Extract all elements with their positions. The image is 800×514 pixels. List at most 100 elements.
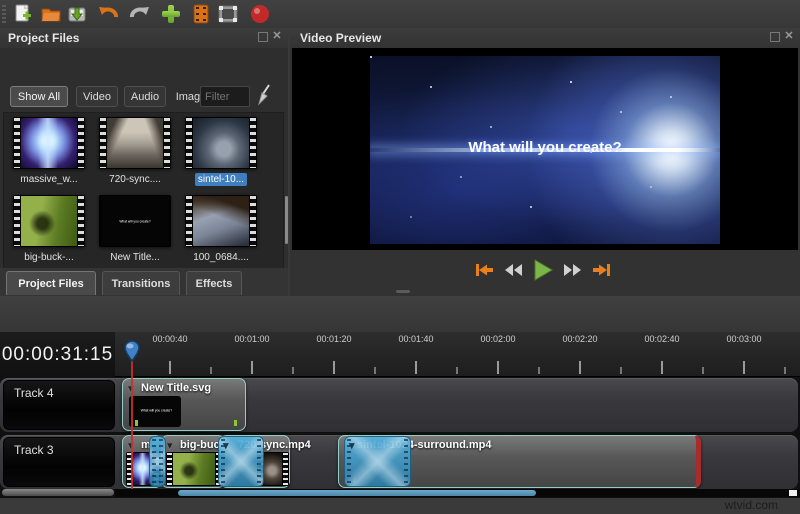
current-timecode: 00:00:31:15 <box>0 332 115 377</box>
ruler-tick-minor <box>456 367 458 374</box>
ruler-tick <box>497 361 499 374</box>
title-clip-text: What will you create? <box>140 409 173 414</box>
ruler-tick <box>251 361 253 374</box>
track-name: Track 4 <box>14 386 54 400</box>
timeline-scrollbar-end[interactable] <box>789 490 797 496</box>
ruler-tick <box>415 361 417 374</box>
playhead-line <box>131 358 133 489</box>
filter-tab-label: Show All <box>17 90 61 103</box>
ruler-tick <box>743 361 745 374</box>
track-3-header[interactable]: Track 3 <box>3 437 115 487</box>
clip-big-buck[interactable]: ▾ big-buck- <box>161 435 230 488</box>
close-panel-icon[interactable]: ✕ <box>272 31 282 42</box>
clear-filter-button[interactable] <box>254 84 276 106</box>
record-icon <box>251 5 269 23</box>
tab-effects[interactable]: Effects <box>186 271 242 295</box>
open-project-icon <box>41 8 61 22</box>
file-thumbnail <box>185 117 257 169</box>
float-panel-icon[interactable] <box>770 32 780 42</box>
save-project-button[interactable] <box>66 3 88 25</box>
import-files-button[interactable] <box>160 3 182 25</box>
timeline-ruler[interactable]: 00:00:40 00:01:00 00:01:20 00:01:40 00:0… <box>115 332 800 377</box>
tab-label: Transitions <box>111 277 171 290</box>
play-button[interactable] <box>532 259 554 281</box>
file-item[interactable]: 720-sync.... <box>96 117 174 187</box>
transport-controls <box>290 255 796 285</box>
file-item[interactable]: What will you create? New Title... <box>96 195 174 265</box>
fast-forward-button[interactable] <box>563 263 583 277</box>
timeline-scrollbar[interactable] <box>115 489 800 497</box>
clip-menu-chevron-icon[interactable]: ▾ <box>167 439 173 452</box>
title-thumb-text: What will you create? <box>119 219 151 224</box>
video-preview-panel: Video Preview ✕ What will you create? <box>290 28 800 296</box>
track-header-footer <box>2 489 114 496</box>
open-project-button[interactable] <box>40 3 62 25</box>
ruler-label: 00:01:00 <box>234 334 270 344</box>
float-panel-icon[interactable] <box>258 32 268 42</box>
splitter-handle[interactable] <box>396 290 410 293</box>
filter-tab-label: Video <box>83 90 111 103</box>
file-name: big-buck-... <box>24 252 74 263</box>
track-4-lane[interactable]: Track 4 <box>0 378 798 432</box>
rewind-button[interactable] <box>503 263 523 277</box>
bottom-bar: wtvid.com <box>0 498 800 514</box>
file-item[interactable]: big-buck-... <box>10 195 88 265</box>
export-video-button[interactable] <box>217 3 239 25</box>
film-profile-icon <box>193 4 209 24</box>
broom-icon <box>258 84 270 106</box>
timeline-scrollbar-handle[interactable] <box>178 490 536 496</box>
transition-menu-chevron-icon[interactable]: ▾ <box>223 439 229 452</box>
main-toolbar <box>0 0 800 28</box>
file-thumbnail: What will you create? <box>99 195 171 247</box>
file-thumbnail <box>185 195 257 247</box>
ruler-label: 00:00:40 <box>152 334 188 344</box>
filter-tab-show-all[interactable]: Show All <box>10 86 68 107</box>
jump-to-start-button[interactable] <box>474 262 494 278</box>
clip-effect-mark <box>135 420 138 426</box>
record-export-button[interactable] <box>249 3 271 25</box>
filter-tab-video[interactable]: Video <box>76 86 118 107</box>
file-item-selected[interactable]: sintel-10... <box>182 117 260 187</box>
timeline-toolbar: 20 seconds <box>0 296 800 332</box>
watermark: wtvid.com <box>724 498 778 512</box>
close-panel-icon[interactable]: ✕ <box>784 31 794 42</box>
transition-1[interactable] <box>149 436 166 487</box>
file-item[interactable]: massive_w... <box>10 117 88 187</box>
stars-decoration <box>370 56 372 58</box>
tab-transitions[interactable]: Transitions <box>102 271 180 295</box>
ruler-label: 00:02:20 <box>562 334 598 344</box>
ruler-tick-minor <box>538 367 540 374</box>
track-4-header[interactable]: Track 4 <box>3 380 115 430</box>
new-project-button[interactable] <box>12 3 34 25</box>
tab-project-files[interactable]: Project Files <box>6 271 96 295</box>
transition-3[interactable]: ▾ <box>344 436 411 487</box>
files-scrollbar[interactable] <box>285 196 288 244</box>
toolbar-grip-handle[interactable] <box>2 5 6 23</box>
undo-button[interactable] <box>98 3 120 25</box>
project-files-panel: Project Files ✕ Show All Video Audio Ima… <box>0 28 288 286</box>
redo-button[interactable] <box>128 3 150 25</box>
choose-profile-button[interactable] <box>190 3 212 25</box>
file-name: New Title... <box>110 252 160 263</box>
transition-2[interactable]: ▾ <box>218 436 264 487</box>
play-icon <box>534 259 553 281</box>
file-thumbnail <box>99 117 171 169</box>
save-project-icon <box>68 7 86 22</box>
playhead-handle[interactable] <box>123 340 141 362</box>
fast-forward-icon <box>564 264 581 276</box>
filter-tab-audio[interactable]: Audio <box>124 86 166 107</box>
ruler-label: 00:03:00 <box>726 334 762 344</box>
tab-label: Project Files <box>18 277 84 290</box>
filter-input[interactable] <box>200 86 250 107</box>
ruler-label: 00:01:40 <box>398 334 434 344</box>
undo-icon <box>99 7 118 18</box>
clip-new-title[interactable]: ▾ New Title.svg What will you create? <box>122 378 246 431</box>
redo-icon <box>130 7 149 18</box>
ruler-label: 00:02:00 <box>480 334 516 344</box>
file-item[interactable]: 100_0684.... <box>182 195 260 265</box>
file-thumbnail <box>13 117 85 169</box>
files-list: massive_w... 720-sync.... sintel-10... b… <box>3 112 284 286</box>
timeline-area: 00:00:31:15 00:00:40 00:01:00 00:01:20 0… <box>0 332 800 498</box>
transition-menu-chevron-icon[interactable]: ▾ <box>349 439 355 452</box>
jump-to-end-button[interactable] <box>592 262 612 278</box>
